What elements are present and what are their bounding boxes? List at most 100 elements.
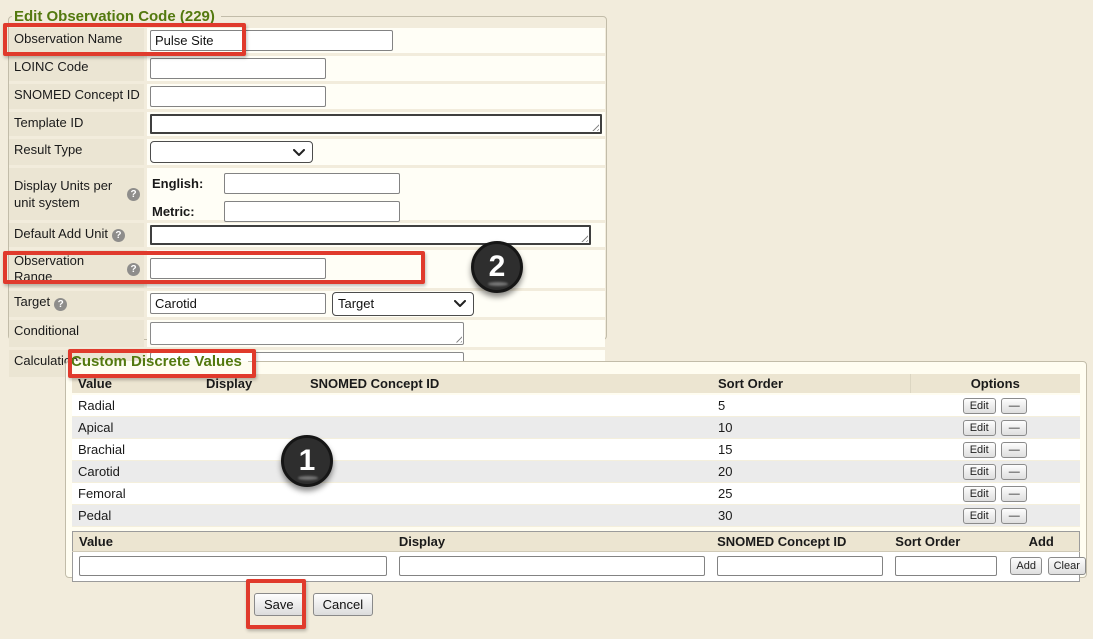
snomed-concept-label: SNOMED Concept ID — [9, 84, 144, 109]
table-row: Carotid 20 Edit — — [72, 461, 1080, 483]
page: Edit Observation Code (229) Observation … — [0, 0, 1093, 639]
add-value-input[interactable] — [79, 556, 387, 576]
col-header-options: Options — [910, 374, 1080, 394]
col-header-value: Value — [72, 374, 200, 394]
loinc-code-row: LOINC Code — [9, 56, 605, 81]
cell-sort-order: 5 — [712, 394, 910, 417]
cell-value: Brachial — [72, 439, 200, 461]
edit-button[interactable]: Edit — [963, 464, 996, 480]
result-type-label: Result Type — [9, 139, 144, 165]
default-add-unit-label: Default Add Unit ? — [9, 223, 144, 247]
remove-button[interactable]: — — [1001, 398, 1027, 414]
custom-discrete-values-fieldset: Custom Discrete Values Value Display SNO… — [65, 353, 1087, 578]
edit-button[interactable]: Edit — [963, 420, 996, 436]
discrete-values-table: Value Display SNOMED Concept ID Sort Ord… — [72, 374, 1080, 527]
cell-display — [200, 439, 304, 461]
target-input[interactable] — [150, 293, 326, 314]
cell-value: Radial — [72, 394, 200, 417]
target-row: Target ? Target — [9, 291, 605, 317]
resize-grip-icon[interactable] — [453, 334, 462, 343]
cell-value: Apical — [72, 417, 200, 439]
default-add-unit-input[interactable] — [150, 225, 591, 245]
add-col-header-add: Add — [1003, 532, 1079, 552]
cell-value: Carotid — [72, 461, 200, 483]
add-col-header-display: Display — [393, 532, 711, 552]
cell-sort-order: 20 — [712, 461, 910, 483]
cell-display — [200, 394, 304, 417]
metric-units-input[interactable] — [224, 201, 400, 222]
snomed-concept-input[interactable] — [150, 86, 326, 107]
edit-button[interactable]: Edit — [963, 486, 996, 502]
observation-range-label: Observation Range ? — [9, 250, 144, 288]
table-row: Brachial 15 Edit — — [72, 439, 1080, 461]
add-sort-order-input[interactable] — [895, 556, 997, 576]
observation-range-input[interactable] — [150, 258, 326, 279]
result-type-row: Result Type — [9, 139, 605, 165]
remove-button[interactable]: — — [1001, 486, 1027, 502]
edit-button[interactable]: Edit — [963, 508, 996, 524]
add-row-inputs: Add Clear — [73, 552, 1080, 582]
english-units-input[interactable] — [224, 173, 400, 194]
conditional-textarea[interactable] — [150, 322, 464, 345]
help-icon[interactable]: ? — [127, 263, 140, 276]
table-row: Radial 5 Edit — — [72, 394, 1080, 417]
metric-units-label: Metric: — [152, 204, 224, 219]
save-button[interactable]: Save — [254, 593, 304, 616]
remove-button[interactable]: — — [1001, 508, 1027, 524]
english-units-label: English: — [152, 176, 224, 191]
help-icon[interactable]: ? — [112, 229, 125, 242]
remove-button[interactable]: — — [1001, 420, 1027, 436]
target-selected-value: Target — [338, 296, 374, 311]
add-snomed-input[interactable] — [717, 556, 883, 576]
custom-discrete-values-title: Custom Discrete Values — [69, 353, 248, 370]
remove-button[interactable]: — — [1001, 442, 1027, 458]
observation-name-input[interactable] — [150, 30, 393, 51]
discrete-values-header-row: Value Display SNOMED Concept ID Sort Ord… — [72, 374, 1080, 394]
table-row: Pedal 30 Edit — — [72, 505, 1080, 527]
cell-display — [200, 417, 304, 439]
cell-snomed — [304, 417, 712, 439]
col-header-sort-order: Sort Order — [712, 374, 910, 394]
conditional-label: Conditional — [9, 320, 144, 347]
template-id-row: Template ID — [9, 112, 605, 136]
cell-value: Femoral — [72, 483, 200, 505]
add-col-header-value: Value — [73, 532, 393, 552]
cell-snomed — [304, 483, 712, 505]
help-icon[interactable]: ? — [54, 298, 67, 311]
observation-name-label: Observation Name — [9, 28, 144, 53]
default-add-unit-row: Default Add Unit ? — [9, 223, 605, 247]
display-units-label: Display Units per unit system ? — [9, 168, 144, 220]
edit-observation-fieldset: Edit Observation Code (229) Observation … — [8, 8, 607, 340]
target-select[interactable]: Target — [332, 292, 474, 316]
edit-button[interactable]: Edit — [963, 398, 996, 414]
cell-snomed — [304, 439, 712, 461]
add-display-input[interactable] — [399, 556, 705, 576]
cell-sort-order: 10 — [712, 417, 910, 439]
col-header-display: Display — [200, 374, 304, 394]
add-row-header: Value Display SNOMED Concept ID Sort Ord… — [73, 532, 1080, 552]
edit-button[interactable]: Edit — [963, 442, 996, 458]
resize-grip-icon[interactable] — [579, 233, 588, 242]
add-col-header-sort-order: Sort Order — [889, 532, 1003, 552]
template-id-input[interactable] — [150, 114, 602, 134]
chevron-down-icon — [293, 149, 305, 156]
cancel-button[interactable]: Cancel — [313, 593, 373, 616]
edit-observation-title: Edit Observation Code (229) — [12, 8, 221, 25]
template-id-label: Template ID — [9, 112, 144, 136]
observation-name-row: Observation Name — [9, 28, 605, 53]
help-icon[interactable]: ? — [127, 188, 140, 201]
resize-grip-icon[interactable] — [590, 122, 599, 131]
cell-sort-order: 15 — [712, 439, 910, 461]
chevron-down-icon — [454, 300, 466, 307]
cell-display — [200, 461, 304, 483]
loinc-code-input[interactable] — [150, 58, 326, 79]
clear-button[interactable]: Clear — [1048, 557, 1086, 575]
cell-snomed — [304, 394, 712, 417]
add-discrete-value-table: Value Display SNOMED Concept ID Sort Ord… — [72, 531, 1080, 582]
col-header-snomed: SNOMED Concept ID — [304, 374, 712, 394]
cell-sort-order: 30 — [712, 505, 910, 527]
result-type-select[interactable] — [150, 141, 313, 163]
remove-button[interactable]: — — [1001, 464, 1027, 480]
cell-snomed — [304, 505, 712, 527]
add-button[interactable]: Add — [1010, 557, 1042, 575]
